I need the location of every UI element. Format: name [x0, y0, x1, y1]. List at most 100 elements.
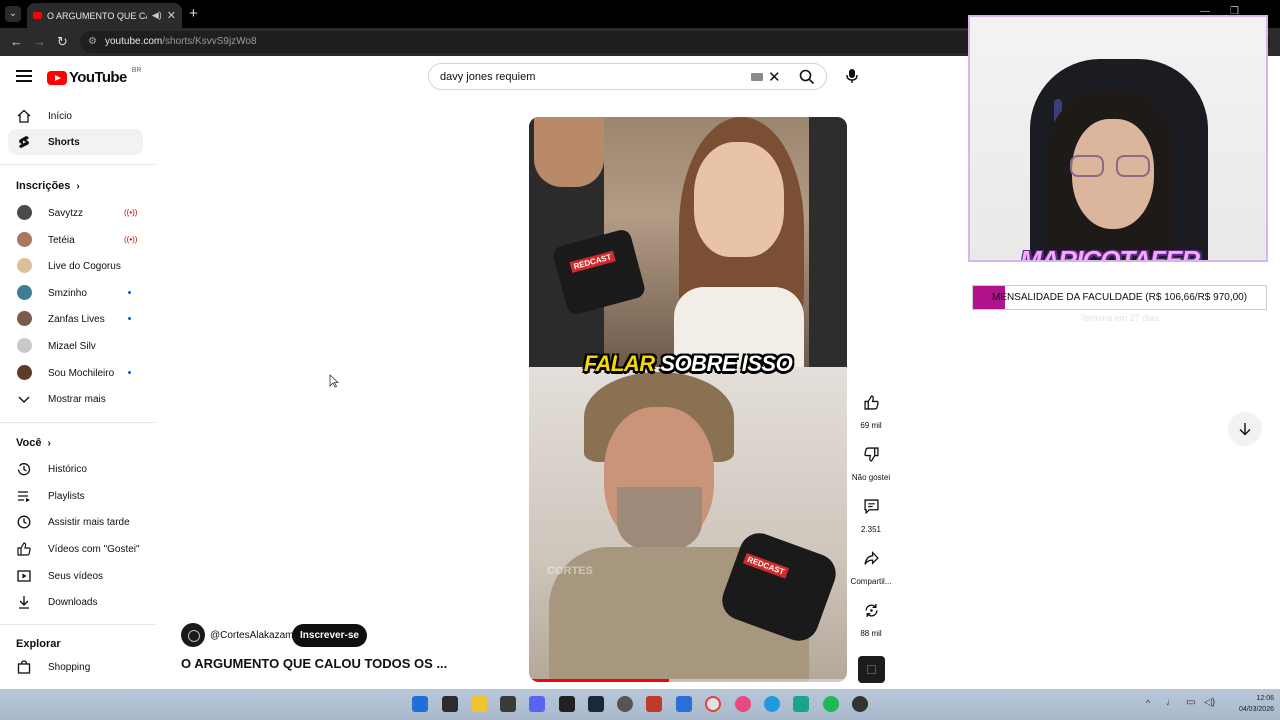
file-explorer-icon[interactable]: [471, 696, 487, 712]
app-icon[interactable]: [500, 696, 516, 712]
sidebar-item-subscription[interactable]: Smzinho: [8, 280, 143, 306]
sidebar-item-subscription[interactable]: Tetéia ((•)): [8, 227, 143, 253]
sidebar-item-label: Início: [48, 111, 72, 122]
sidebar-item-label: Downloads: [48, 597, 98, 608]
share-label: Compartil...: [850, 577, 892, 586]
video-person: [534, 117, 604, 187]
live-icon: ((•)): [124, 208, 138, 217]
sidebar-item-subscription[interactable]: Sou Mochileiro: [8, 360, 143, 386]
sidebar-item-label: Playlists: [48, 491, 85, 502]
sidebar-item-history[interactable]: Histórico: [8, 456, 143, 482]
video-person: [694, 142, 784, 257]
sidebar-item-subscription[interactable]: Mizael Silv: [8, 333, 143, 359]
app-icon[interactable]: [646, 696, 662, 712]
chevron-up-icon[interactable]: ^: [1146, 698, 1150, 708]
volume-icon[interactable]: ◁): [1204, 697, 1215, 708]
home-icon: [17, 109, 31, 123]
channel-avatar[interactable]: [181, 623, 205, 647]
sidebar-item-downloads[interactable]: Downloads: [8, 589, 143, 615]
close-tab-icon[interactable]: ✕: [167, 9, 176, 22]
edge-icon[interactable]: [764, 696, 780, 712]
you-heading[interactable]: Você ›: [16, 437, 51, 449]
video-person: [617, 487, 702, 552]
site-info-icon[interactable]: ⚙: [88, 36, 99, 47]
forward-icon[interactable]: →: [33, 34, 46, 49]
mouse-cursor-icon: [329, 374, 339, 388]
network-icon[interactable]: ▭: [1186, 697, 1195, 708]
sidebar-item-label: Seus vídeos: [48, 571, 104, 582]
divider: [0, 422, 155, 423]
sidebar-item-your-videos[interactable]: Seus vídeos: [8, 563, 143, 589]
sidebar-item-watch-later[interactable]: Assistir mais tarde: [8, 509, 143, 535]
short-title[interactable]: O ARGUMENTO QUE CALOU TODOS OS ...: [181, 656, 447, 671]
search-input[interactable]: davy jones requiem ✕: [428, 63, 788, 90]
sidebar-item-label: Vídeos com "Gostei": [48, 544, 140, 555]
reload-icon[interactable]: ↻: [57, 34, 68, 50]
url-text[interactable]: youtube.com/shorts/KsvvS9jzWo8: [105, 36, 257, 47]
search-button[interactable]: [787, 63, 827, 90]
country-code: BR: [131, 67, 142, 74]
mic-brand: REDCAST: [569, 250, 616, 273]
share-button[interactable]: Compartil...: [850, 544, 892, 586]
spotify-icon[interactable]: [823, 696, 839, 712]
obs-icon[interactable]: [617, 696, 633, 712]
channel-name[interactable]: @CortesAlakazam: [210, 630, 294, 641]
start-menu-icon[interactable]: [412, 696, 428, 712]
new-content-dot: [128, 317, 131, 320]
sidebar-item-liked-videos[interactable]: Vídeos com "Gostei": [8, 536, 143, 562]
sidebar-item-subscription[interactable]: Live do Cogorus: [8, 253, 143, 279]
steam-icon[interactable]: [588, 696, 604, 712]
comment-count: 2.351: [860, 525, 882, 534]
hamburger-menu-icon[interactable]: [16, 70, 32, 84]
new-tab-icon[interactable]: +: [189, 5, 198, 22]
keyboard-icon[interactable]: [751, 73, 763, 81]
system-clock[interactable]: 12:06 04/03/2026: [1218, 693, 1274, 715]
sidebar-item-label: Tetéia: [48, 235, 75, 246]
donation-goal-bar: MENSALIDADE DA FACULDADE (R$ 106,66/R$ 9…: [972, 285, 1267, 310]
dislike-button[interactable]: Não gostei: [850, 440, 892, 482]
discord-icon[interactable]: [529, 696, 545, 712]
sidebar-item-home[interactable]: Início: [8, 103, 143, 129]
epic-games-icon[interactable]: [559, 696, 575, 712]
sidebar-item-shopping[interactable]: Shopping: [8, 654, 143, 680]
browser-tab[interactable]: O ARGUMENTO QUE CALOU ◀) ✕: [27, 3, 182, 28]
youtube-favicon-icon: [33, 12, 42, 19]
remix-button[interactable]: 88 mil: [850, 596, 892, 638]
back-icon[interactable]: ←: [10, 34, 23, 49]
voice-search-button[interactable]: [838, 63, 865, 90]
chrome-icon[interactable]: [705, 696, 721, 712]
video-progress-bar[interactable]: [529, 679, 847, 682]
short-video-player[interactable]: REDCAST REDCAST CORTES FALAR SOBRE ISSO: [529, 117, 847, 682]
avatar: [17, 311, 32, 326]
clock-date: 04/03/2026: [1238, 706, 1274, 713]
like-button[interactable]: 69 mil: [850, 388, 892, 430]
app-icon[interactable]: [852, 696, 868, 712]
speaker-icon[interactable]: ◀): [152, 10, 162, 21]
subscribe-button[interactable]: Inscrever-se: [292, 624, 367, 647]
app-icon[interactable]: [676, 696, 692, 712]
show-more-button[interactable]: Mostrar mais: [8, 386, 143, 412]
subscriptions-heading[interactable]: Inscrições ›: [16, 180, 80, 192]
sidebar-item-playlists[interactable]: Playlists: [8, 483, 143, 509]
chevron-right-icon: ›: [76, 181, 80, 192]
like-count: 69 mil: [860, 421, 882, 430]
thumbs-down-icon: [863, 446, 879, 462]
sound-thumbnail[interactable]: [858, 656, 885, 683]
tab-search-icon[interactable]: ⌄: [5, 6, 21, 22]
task-view-icon[interactable]: [442, 696, 458, 712]
sidebar-item-subscription[interactable]: Savytzz ((•)): [8, 200, 143, 226]
app-icon[interactable]: [735, 696, 751, 712]
sidebar-item-label: Assistir mais tarde: [48, 517, 130, 528]
clear-search-icon[interactable]: ✕: [768, 68, 781, 86]
sidebar-item-label: Mostrar mais: [48, 394, 106, 405]
next-short-button[interactable]: [1228, 412, 1262, 446]
youtube-logo[interactable]: YouTube BR: [47, 67, 141, 86]
sidebar-item-shorts[interactable]: Shorts: [8, 129, 143, 155]
comments-button[interactable]: 2.351: [850, 492, 892, 534]
app-icon[interactable]: [793, 696, 809, 712]
live-icon: ((•)): [124, 235, 138, 244]
microphone-icon[interactable]: ♩: [1166, 697, 1176, 708]
clock-time: 12:06: [1256, 695, 1274, 702]
divider: [0, 164, 155, 165]
sidebar-item-subscription[interactable]: Zanfas Lives: [8, 306, 143, 332]
